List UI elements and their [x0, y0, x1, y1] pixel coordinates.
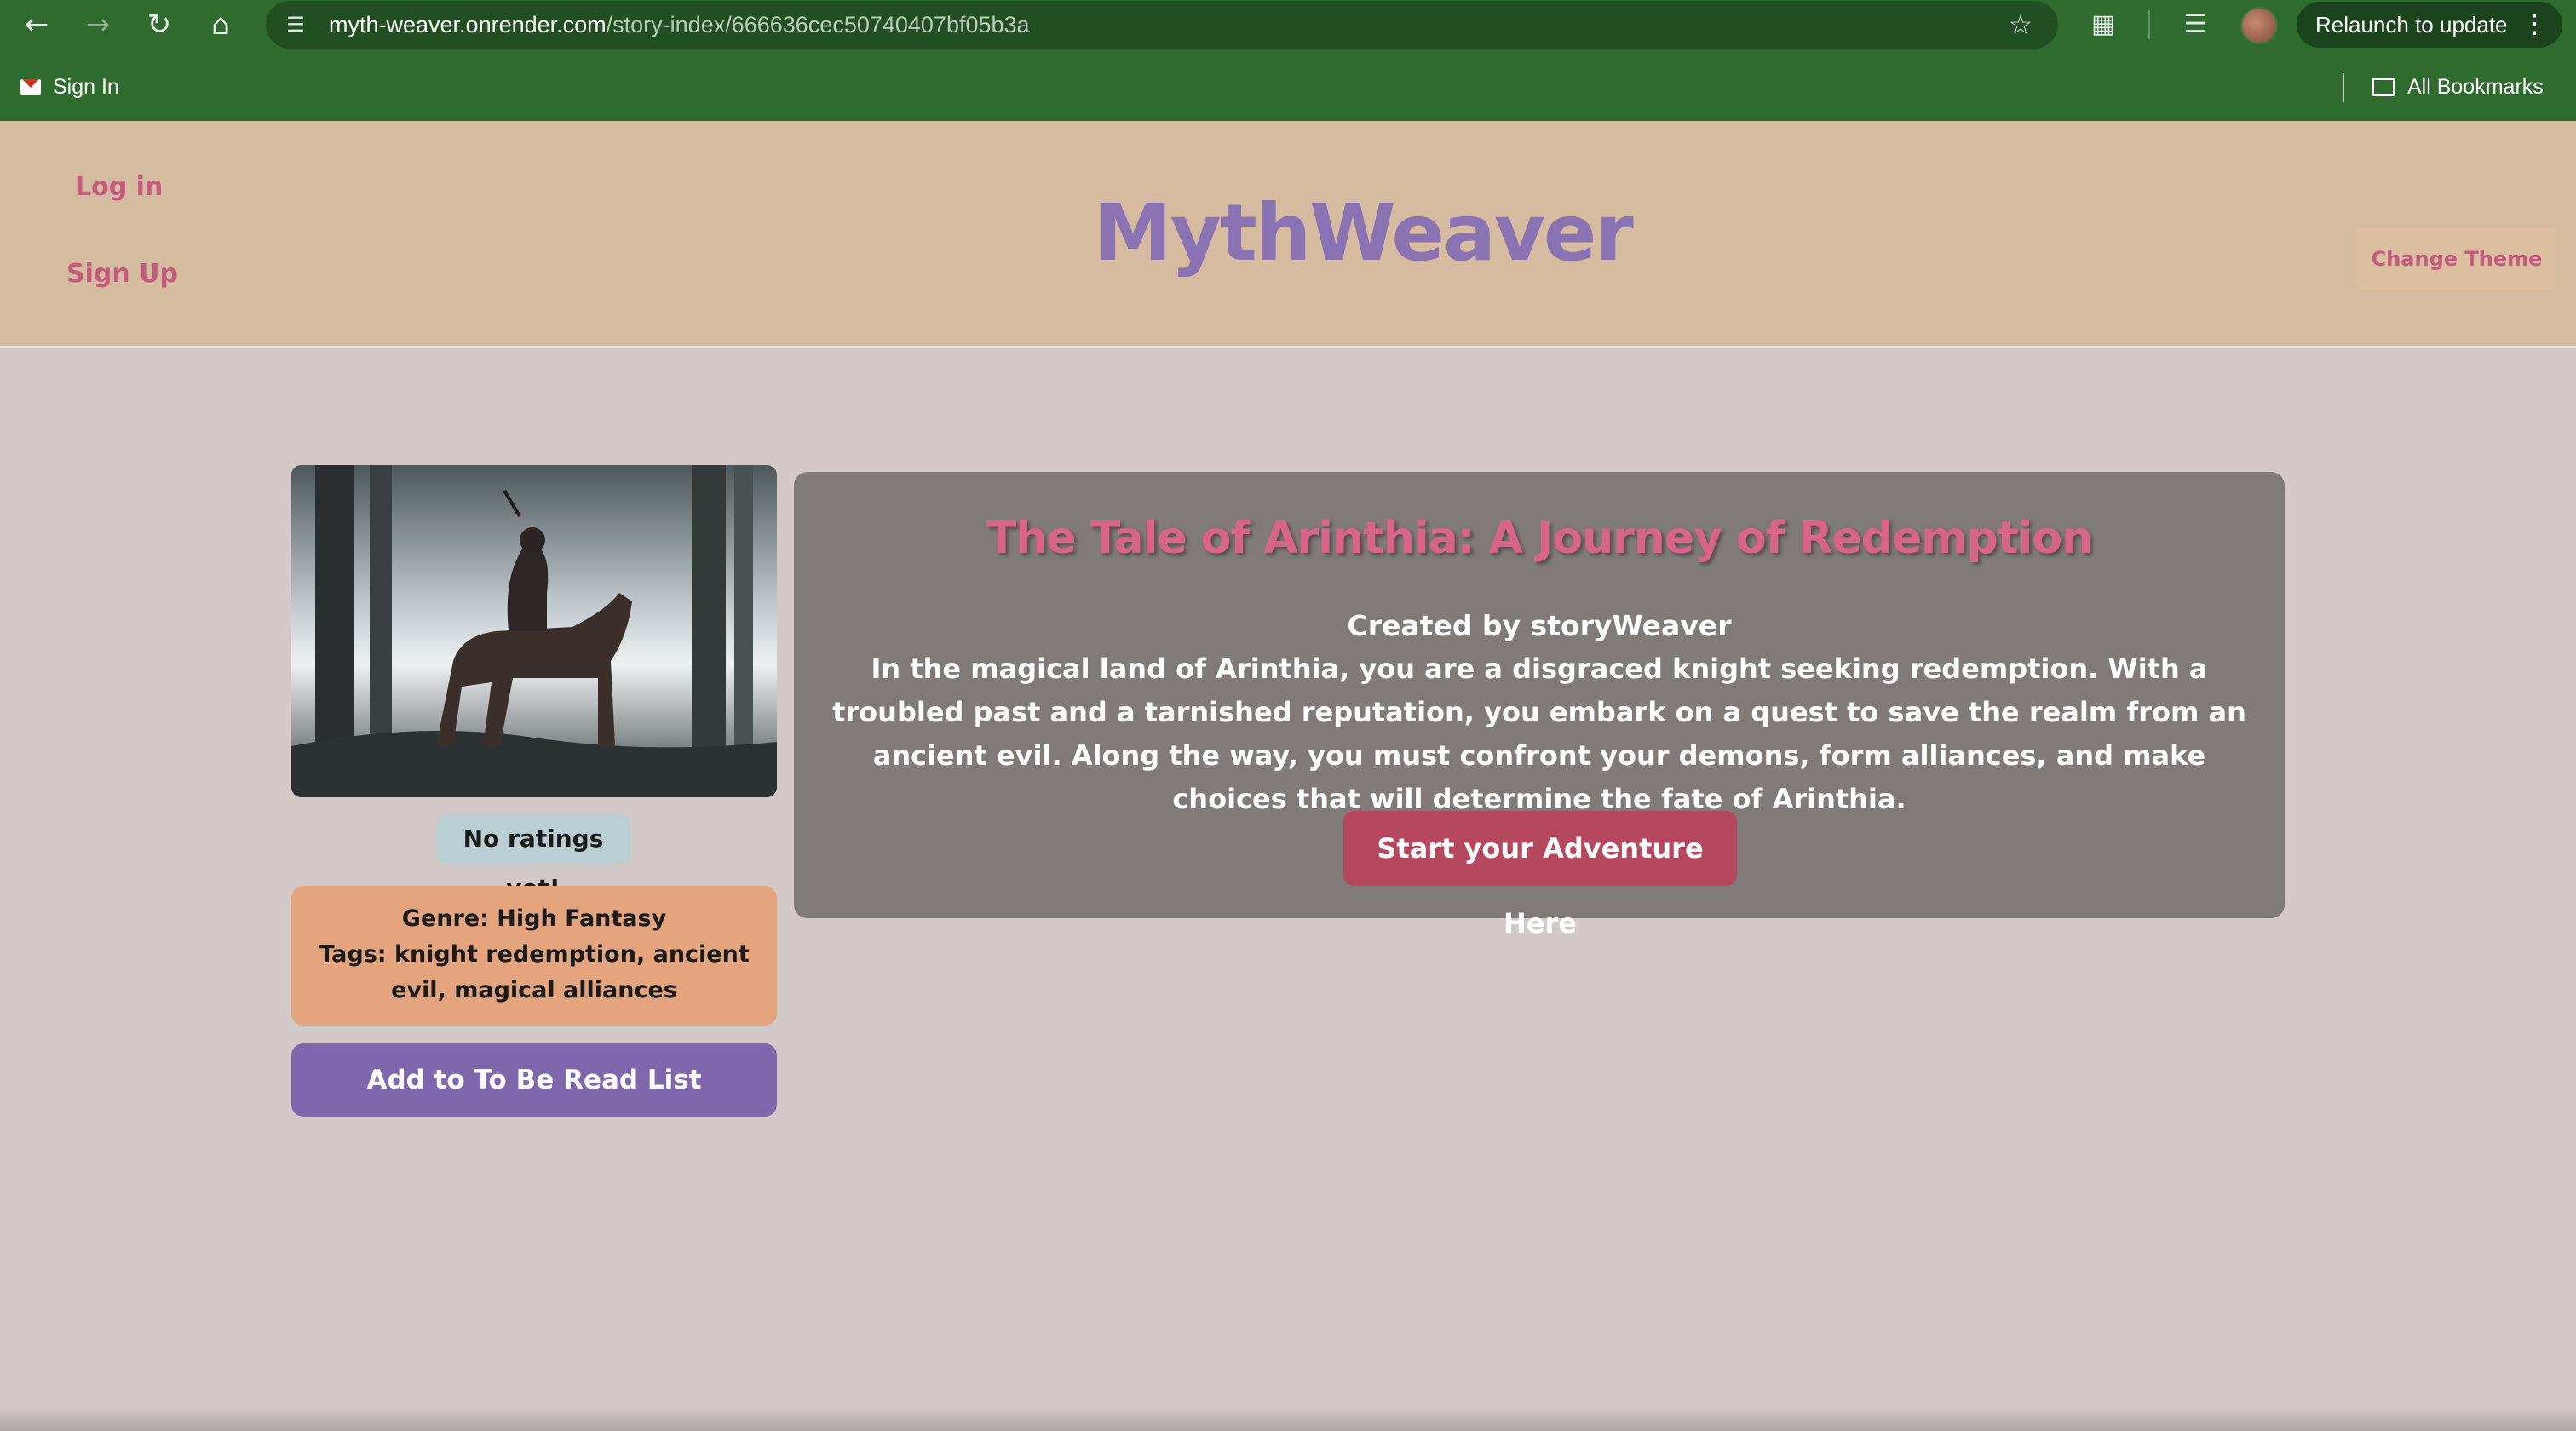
profile-avatar[interactable] [2240, 7, 2278, 44]
site-brand[interactable]: MythWeaver [0, 187, 2576, 279]
bookmark-sign-in[interactable]: Sign In [20, 73, 119, 101]
kebab-menu-icon[interactable]: ⋮ [2521, 2, 2547, 48]
browser-toolbar: ← → ↻ ⌂ ☰ myth-weaver.onrender.com/story… [0, 0, 2576, 49]
tags-text: Tags: knight redemption, ancient evil, m… [319, 941, 750, 1003]
back-icon[interactable]: ← [17, 5, 56, 44]
genre-text: Genre: High Fantasy [401, 905, 667, 932]
bookmarks-bar: Sign In All Bookmarks [0, 61, 2576, 112]
browser-chrome: ← → ↻ ⌂ ☰ myth-weaver.onrender.com/story… [0, 0, 2576, 121]
extensions-icon[interactable]: ▦ [2085, 7, 2121, 43]
story-cover-image [291, 465, 777, 797]
address-bar[interactable]: ☰ myth-weaver.onrender.com/story-index/6… [266, 1, 2058, 49]
toolbar-divider [2148, 10, 2150, 39]
url-path: /story-index/666636cec50740407bf05b3a [606, 12, 1030, 37]
genre-tags-box: Genre: High Fantasy Tags: knight redempt… [291, 886, 777, 1026]
all-bookmarks[interactable]: All Bookmarks [2372, 73, 2544, 101]
window-bottom-shadow [0, 1405, 2576, 1431]
relaunch-button[interactable]: Relaunch to update ⋮ [2297, 2, 2562, 48]
relaunch-label: Relaunch to update [2315, 12, 2508, 37]
home-icon[interactable]: ⌂ [201, 5, 240, 44]
story-card: The Tale of Arinthia: A Journey of Redem… [794, 472, 2285, 940]
gmail-icon [20, 79, 41, 95]
url-text[interactable]: myth-weaver.onrender.com/story-index/666… [329, 9, 1030, 40]
add-to-read-list-button[interactable]: Add to To Be Read List [291, 1043, 777, 1117]
site-header: Log in Sign Up MythWeaver [0, 121, 2576, 348]
forward-icon[interactable]: → [78, 5, 118, 44]
bookmark-star-icon[interactable]: ☆ [2005, 9, 2036, 40]
url-host: myth-weaver.onrender.com [329, 12, 607, 37]
change-theme-button[interactable]: Change Theme [2356, 228, 2557, 290]
bookmark-sign-in-label: Sign In [53, 75, 119, 99]
story-author: Created by storyWeaver [1347, 609, 1732, 642]
rating-badge: No ratings yet! [436, 814, 630, 902]
reload-icon[interactable]: ↻ [140, 5, 179, 44]
start-adventure-button[interactable]: Start your Adventure Here [1343, 811, 1737, 940]
site-info-icon[interactable]: ☰ [283, 12, 308, 37]
story-description: In the magical land of Arinthia, you are… [832, 652, 2246, 815]
knight-on-horse-illustration [291, 465, 777, 797]
bookmarks-divider [2343, 73, 2344, 102]
media-queue-icon[interactable]: ☰ [2177, 7, 2213, 43]
all-bookmarks-label: All Bookmarks [2407, 75, 2544, 99]
story-title: The Tale of Arinthia: A Journey of Redem… [986, 513, 2093, 564]
folder-icon [2372, 78, 2395, 96]
